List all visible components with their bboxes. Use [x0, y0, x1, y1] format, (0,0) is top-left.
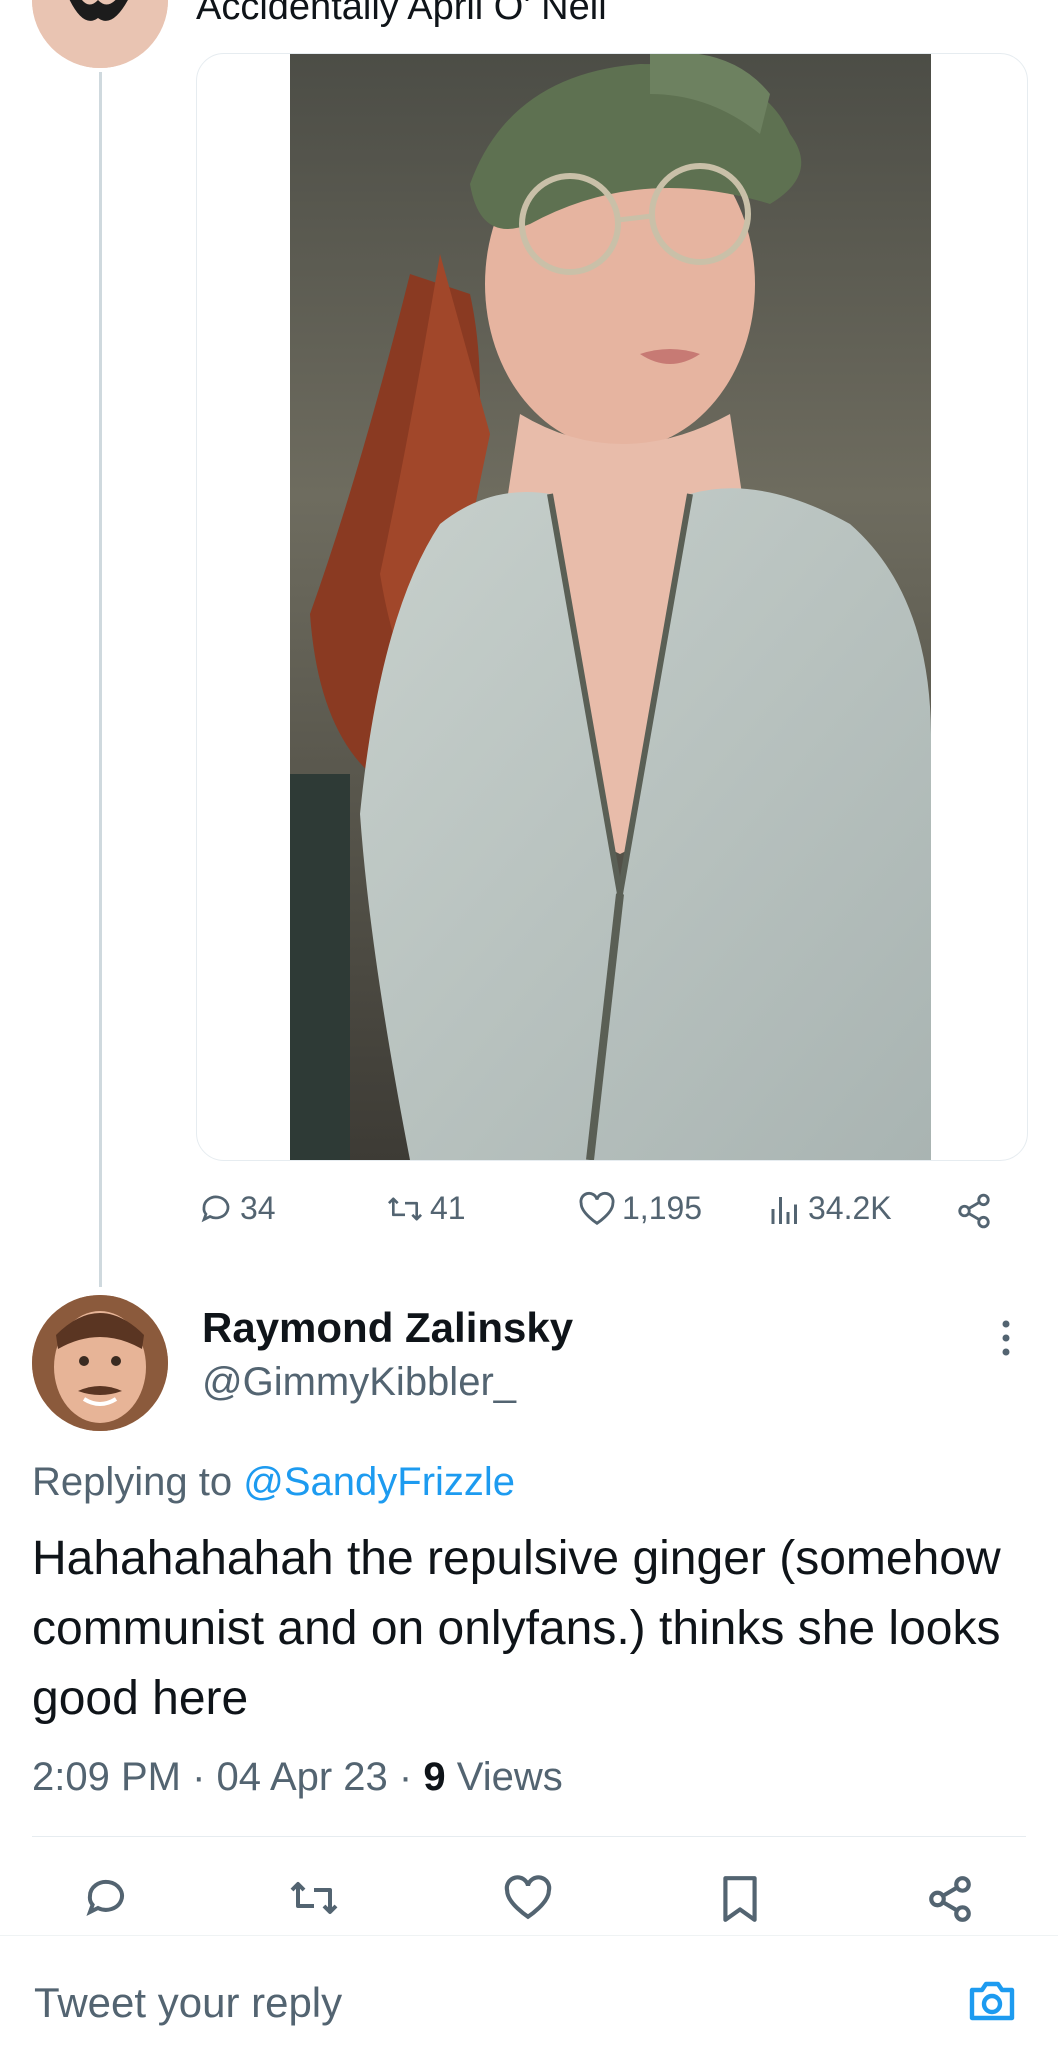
views-number: 9: [423, 1755, 446, 1799]
replying-to-line: Replying to @SandyFrizzle: [32, 1460, 515, 1505]
like-button[interactable]: [503, 1874, 553, 1927]
meta-divider: [32, 1836, 1026, 1837]
bookmark-icon: [723, 1876, 757, 1922]
camera-icon: [969, 1981, 1015, 2021]
reply-author-name[interactable]: Raymond Zalinsky: [202, 1304, 573, 1352]
original-author-avatar[interactable]: [32, 0, 168, 68]
retweet-icon: [387, 1196, 423, 1221]
like-icon: [504, 1875, 552, 1920]
replying-to-prefix: Replying to: [32, 1460, 233, 1504]
retweet-button[interactable]: [288, 1874, 340, 1927]
reply-author-handle[interactable]: @GimmyKibbler_: [202, 1360, 516, 1405]
retweet-icon: [290, 1882, 338, 1914]
reply-author-avatar[interactable]: [32, 1295, 168, 1431]
tweet-photo[interactable]: [290, 54, 931, 1160]
tweet-date[interactable]: 04 Apr 23: [217, 1755, 388, 1799]
share-icon: [929, 1876, 971, 1922]
retweet-count: 41: [430, 1190, 466, 1226]
views-icon: [771, 1196, 797, 1224]
more-icon: [1002, 1320, 1010, 1356]
like-icon: [579, 1191, 615, 1225]
views-count-stat[interactable]: 34.2K: [768, 1190, 892, 1227]
reply-tweet-text: Hahahahahah the repulsive ginger (someho…: [32, 1532, 1001, 1725]
reply-count-stat[interactable]: 34: [198, 1190, 276, 1227]
more-options-button[interactable]: [992, 1316, 1020, 1360]
like-count-stat[interactable]: 1,195: [578, 1190, 702, 1227]
share-icon: [958, 1193, 990, 1229]
reply-count: 34: [240, 1190, 276, 1226]
reply-icon: [201, 1195, 230, 1222]
share-button[interactable]: [955, 1192, 993, 1235]
views-label: Views: [456, 1755, 563, 1799]
replying-to-mention[interactable]: @SandyFrizzle: [243, 1460, 515, 1504]
thread-connector-line: [99, 72, 102, 1287]
tweet-meta: 2:09 PM · 04 Apr 23 · 9 Views: [32, 1755, 563, 1800]
reply-button[interactable]: [82, 1874, 130, 1927]
retweet-count-stat[interactable]: 41: [386, 1190, 466, 1227]
meta-separator: ·: [398, 1755, 413, 1799]
camera-button[interactable]: [966, 1976, 1018, 2029]
share-tweet-button[interactable]: [925, 1874, 975, 1929]
bookmark-button[interactable]: [718, 1874, 762, 1929]
views-count: 34.2K: [808, 1190, 892, 1226]
reply-input[interactable]: [32, 1972, 936, 2034]
meta-separator: ·: [192, 1755, 206, 1799]
tweet-time[interactable]: 2:09 PM: [32, 1755, 181, 1799]
tweet-media-card[interactable]: [196, 53, 1028, 1161]
original-author-name[interactable]: Accidentally April O' Neil: [196, 0, 607, 29]
reply-icon: [86, 1879, 124, 1917]
like-count: 1,195: [622, 1190, 703, 1226]
